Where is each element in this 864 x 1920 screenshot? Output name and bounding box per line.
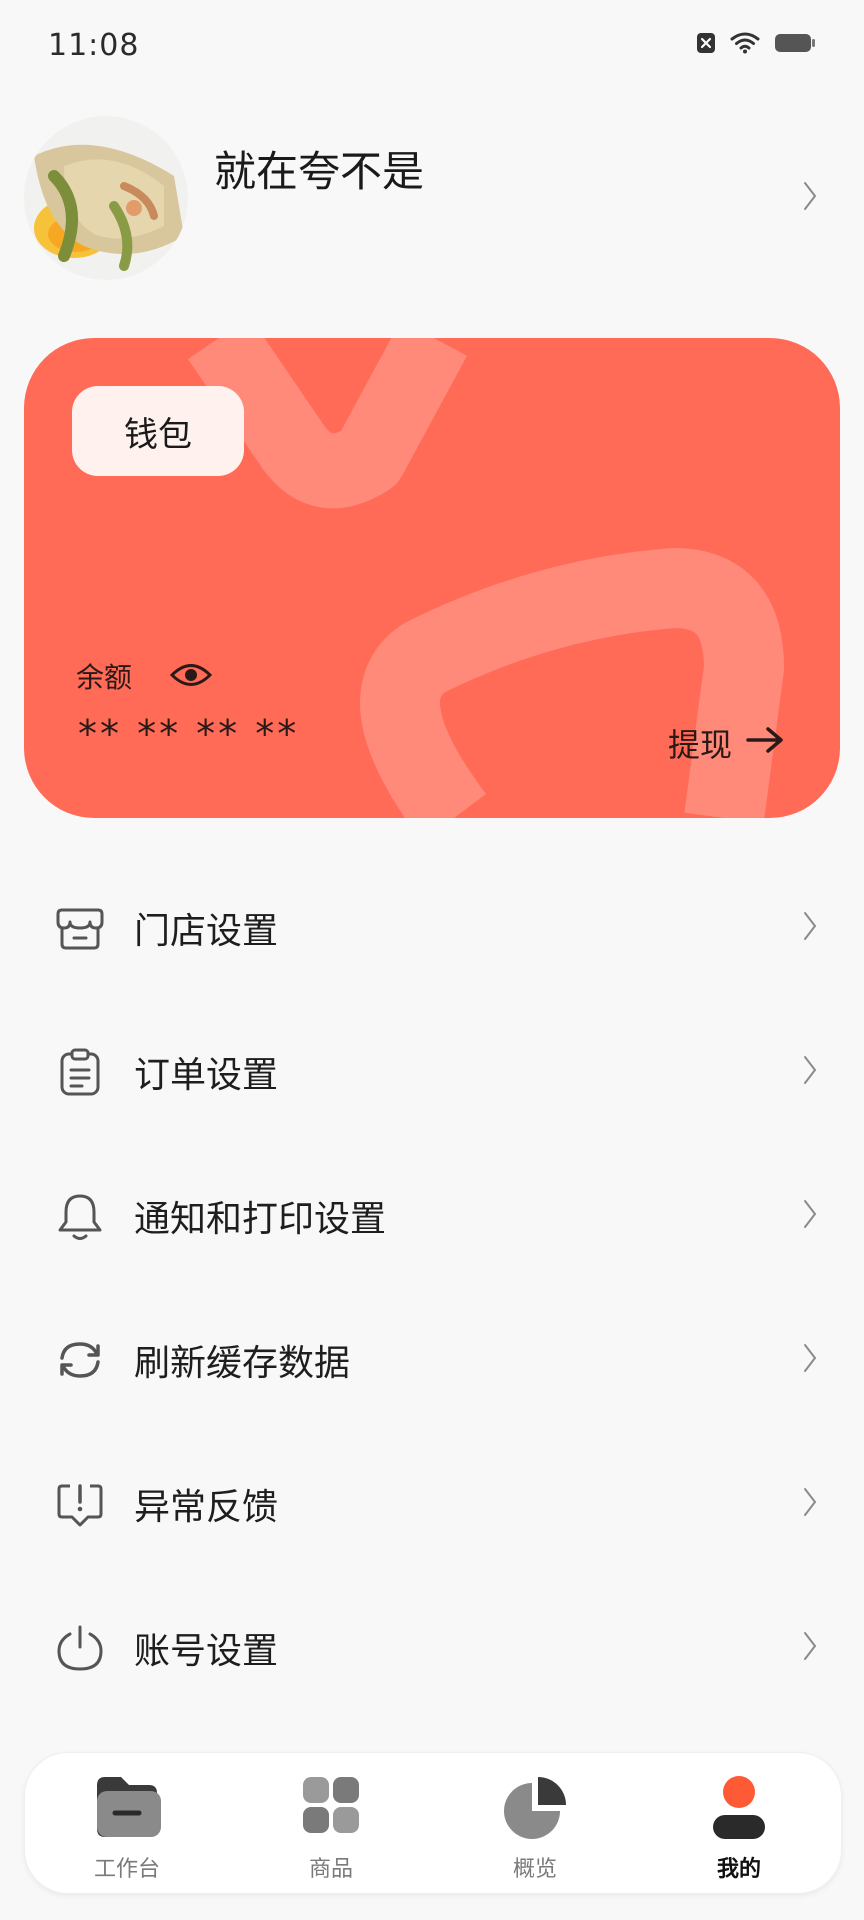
store-icon	[54, 902, 106, 954]
wallet-card[interactable]: 钱包 余额 ** ** ** ** 提现	[24, 338, 840, 818]
arrow-right-icon	[746, 724, 784, 762]
tab-label: 我的	[716, 1857, 761, 1882]
avatar[interactable]	[24, 116, 188, 280]
tab-label: 商品	[308, 1857, 353, 1882]
chevron-right-icon	[802, 910, 818, 946]
menu-label: 通知和打印设置	[134, 1199, 387, 1240]
pie-chart-icon	[502, 1775, 568, 1843]
clipboard-icon	[54, 1046, 106, 1098]
battery-icon	[774, 32, 816, 54]
wifi-icon	[730, 32, 760, 54]
chevron-right-icon	[802, 1630, 818, 1666]
withdraw-button[interactable]: 提现	[668, 720, 784, 766]
profile-header[interactable]: 就在夸不是	[0, 110, 864, 290]
tab-overview[interactable]: 概览	[433, 1753, 637, 1893]
chevron-right-icon	[802, 1054, 818, 1090]
grid-icon	[301, 1775, 361, 1839]
menu-item-account-settings[interactable]: 账号设置	[0, 1576, 864, 1720]
tab-mine[interactable]: 我的	[637, 1753, 841, 1893]
chevron-right-icon	[802, 1198, 818, 1234]
menu-item-refresh-cache[interactable]: 刷新缓存数据	[0, 1288, 864, 1432]
chevron-right-icon	[802, 1486, 818, 1522]
menu-label: 刷新缓存数据	[134, 1343, 351, 1384]
withdraw-label: 提现	[667, 726, 732, 764]
menu-item-feedback[interactable]: 异常反馈	[0, 1432, 864, 1576]
menu-item-order-settings[interactable]: 订单设置	[0, 1000, 864, 1144]
wallet-tag: 钱包	[72, 386, 244, 476]
balance-value: ** ** ** **	[78, 712, 300, 756]
menu-label: 门店设置	[134, 911, 279, 952]
bell-icon	[54, 1190, 106, 1242]
status-icons	[696, 32, 816, 54]
user-icon	[709, 1775, 769, 1845]
sim-off-icon	[696, 32, 716, 54]
bottom-tab-bar: 工作台 商品 概览 我的	[24, 1752, 842, 1894]
chevron-right-icon	[802, 1342, 818, 1378]
tab-workbench[interactable]: 工作台	[25, 1753, 229, 1893]
tab-label: 概览	[512, 1857, 557, 1882]
feedback-icon	[54, 1478, 106, 1530]
status-time: 11:08	[48, 28, 140, 63]
tab-label: 工作台	[93, 1857, 160, 1882]
menu-label: 账号设置	[134, 1631, 279, 1672]
menu-label: 异常反馈	[134, 1487, 279, 1528]
folder-icon	[93, 1775, 161, 1843]
chevron-right-icon	[802, 180, 818, 216]
username: 就在夸不是	[214, 147, 425, 196]
refresh-icon	[54, 1334, 106, 1386]
balance-label: 余额	[76, 661, 133, 694]
menu-label: 订单设置	[134, 1055, 279, 1096]
menu-item-store-settings[interactable]: 门店设置	[0, 856, 864, 1000]
status-bar: 11:08	[0, 0, 864, 96]
eye-icon[interactable]	[169, 662, 213, 692]
tab-products[interactable]: 商品	[229, 1753, 433, 1893]
menu-item-notify-print-settings[interactable]: 通知和打印设置	[0, 1144, 864, 1288]
power-icon	[54, 1622, 106, 1674]
